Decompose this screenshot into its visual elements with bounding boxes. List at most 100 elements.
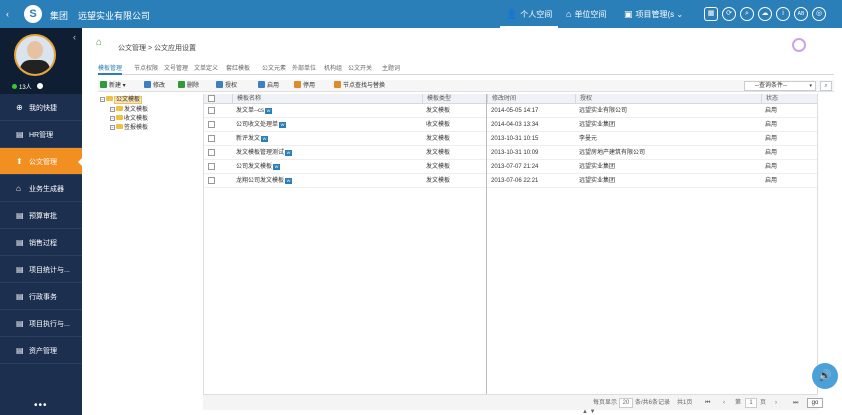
select-all-checkbox[interactable] [208,95,215,102]
tab-item[interactable]: 公文元素 [262,64,286,75]
tree-node[interactable]: − 收文模板 [110,115,148,123]
row-checkbox[interactable] [208,177,215,184]
speaker-icon[interactable]: 🔊 [812,363,838,389]
row-checkbox[interactable] [208,149,215,156]
per-page-input[interactable]: 20 [619,398,633,408]
toolbar-button[interactable]: 节点查找与替换 [334,80,385,92]
tab-item[interactable]: 套红模板 [226,64,250,75]
toolbar-button[interactable]: 修改 [144,80,165,92]
table-row[interactable]: 新评发文 W 发文模板 [204,132,486,146]
table-row[interactable]: 公司发文模板 W 发文模板 [204,160,486,174]
online-users[interactable]: 13人 [12,82,43,91]
toolbar-button[interactable]: 新建 ▾ [100,80,126,92]
column-header[interactable]: 修改时间 [487,94,575,104]
expand-icon[interactable]: − [110,116,115,121]
sidebar-item[interactable]: ▤ 项目执行与... [0,310,82,337]
toolbar-button-icon [334,81,341,88]
page-number-input[interactable]: 1 [745,398,757,408]
info-icon[interactable]: i [776,7,790,21]
settings-icon[interactable]: ◎ [812,7,826,21]
nav-personal-space[interactable]: 👤 个人空间 [500,0,559,28]
sidebar-item-label: 销售过程 [29,240,57,247]
split-handle[interactable]: ▲ ▼ [582,409,596,415]
word-doc-icon: W [285,178,293,184]
collapse-icon[interactable]: − [100,97,105,102]
table-row[interactable]: 2013-07-06 22:21 远望实业集团 启用 [487,174,817,188]
tree-node[interactable]: − 签报模板 [110,124,148,132]
table-row[interactable]: 2014-04-03 13:34 远望实业集团 启用 [487,118,817,132]
tree-node-root[interactable]: − 公文模板 [100,96,143,104]
chevron-left-icon[interactable]: ‹ [6,9,9,19]
row-checkbox[interactable] [208,135,215,142]
query-condition-select[interactable]: --查询条件-- ▾ [744,81,816,91]
sidebar: ‹ 13人 ⊕ 我的快捷 ▤ HR管理 ⬆ 公文管理 ⌂ 业务生成器 ▤ 预算审批 ▤ 销售过程 ▤ 项目… [0,28,82,415]
template-name[interactable]: 龙翔公司发文模板 W [232,174,422,188]
tab-item[interactable]: 模板管理 [98,64,123,75]
font-size-icon[interactable]: AB [794,7,808,21]
search-icon[interactable]: ⌕ [820,81,832,91]
nav-unit-space[interactable]: ⌂ 单位空间 [560,0,612,28]
sidebar-item[interactable]: ⊕ 我的快捷 [0,94,82,121]
home-icon[interactable]: ⌂ [96,37,102,48]
toolbar-button[interactable]: 停用 [294,80,315,92]
apps-icon[interactable]: ▦ [704,7,718,21]
sidebar-item[interactable]: ▤ HR管理 [0,121,82,148]
sidebar-item[interactable]: ▤ 预算审批 [0,202,82,229]
avatar[interactable] [14,34,56,76]
table-row[interactable]: 2013-07-07 21:24 远望实业集团 启用 [487,160,817,174]
next-page-icon[interactable]: › [775,395,777,411]
tab-item[interactable]: 文号管理 [164,64,188,75]
toolbar-button[interactable]: 删除 [178,80,199,92]
tree-node-label: 发文模板 [124,107,149,113]
table-row[interactable]: 2013-10-31 10:15 李曼元 启用 [487,132,817,146]
tab-item[interactable]: 外部单位 [292,64,316,75]
expand-icon[interactable]: − [110,107,115,112]
row-checkbox[interactable] [208,163,215,170]
group-label[interactable]: 集团 [50,9,68,22]
template-name[interactable]: 发文模板管理测试 W [232,146,422,160]
search-icon[interactable]: ⌕ [740,7,754,21]
row-checkbox[interactable] [208,107,215,114]
last-page-icon[interactable]: ⏭ [793,395,798,411]
collapse-sidebar-icon[interactable]: ‹ [73,32,76,42]
go-button[interactable]: go [807,398,823,408]
refresh-icon[interactable]: ⟳ [722,7,736,21]
template-name[interactable]: 公司收文处理单 W [232,118,422,132]
column-header[interactable]: 授权 [575,94,761,104]
sidebar-item[interactable]: ⌂ 业务生成器 [0,175,82,202]
sidebar-item[interactable]: ▤ 项目统计与... [0,256,82,283]
column-header[interactable]: 模板名称 [232,94,422,104]
prev-page-icon[interactable]: ‹ [723,395,725,411]
toolbar-button[interactable]: 授权 [216,80,237,92]
column-header[interactable]: 模板类型 [422,94,488,104]
table-row[interactable]: 发文单--cs W 发文模板 [204,104,486,118]
folder-icon [116,115,123,120]
tab-item[interactable]: 机构组 [324,64,342,75]
avatar-body [20,60,50,74]
tab-item[interactable]: 节点权限 [134,64,158,75]
table-row[interactable]: 发文模板管理测试 W 发文模板 [204,146,486,160]
nav-project-management[interactable]: ▣ 项目管理(s ⌄ [618,0,689,28]
table-row[interactable]: 龙翔公司发文模板 W 发文模板 [204,174,486,188]
template-name[interactable]: 公司发文模板 W [232,160,422,174]
cloud-icon[interactable]: ☁ [758,7,772,21]
tab-item[interactable]: 主题词 [382,64,400,75]
expand-icon[interactable]: − [110,125,115,130]
table-row[interactable]: 2013-10-31 10:09 远望房地产建筑有限公司 启用 [487,146,817,160]
tab-item[interactable]: 文单定义 [194,64,218,75]
first-page-icon[interactable]: ⏮ [705,395,710,411]
more-menu-icon[interactable]: ••• [34,400,48,411]
table-row[interactable]: 公司收文处理单 W 收文模板 [204,118,486,132]
column-header[interactable]: 状态 [761,94,818,104]
table-row[interactable]: 2014-05-05 14:17 远望实业有限公司 启用 [487,104,817,118]
sidebar-item[interactable]: ▤ 行政事务 [0,283,82,310]
row-checkbox[interactable] [208,121,215,128]
template-name[interactable]: 发文单--cs W [232,104,422,118]
tab-item[interactable]: 公文开关 [348,64,372,75]
sidebar-item[interactable]: ▤ 销售过程 [0,229,82,256]
template-name[interactable]: 新评发文 W [232,132,422,146]
sidebar-item[interactable]: ▤ 资产管理 [0,337,82,364]
tree-node[interactable]: − 发文模板 [110,106,148,114]
toolbar-button[interactable]: 启用 [258,80,279,92]
sidebar-item[interactable]: ⬆ 公文管理 [0,148,82,175]
